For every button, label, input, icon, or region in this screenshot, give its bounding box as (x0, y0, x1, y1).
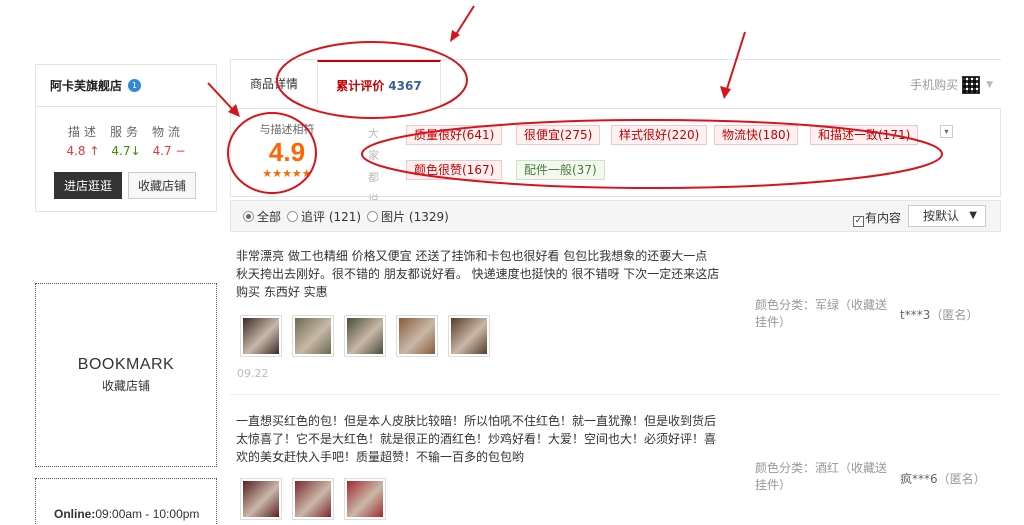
dsr-values: 4.8 ↑ 4.7↓ 4.7 − (36, 144, 216, 158)
online-label: Online: (54, 507, 96, 521)
review-thumbnail[interactable] (240, 315, 282, 357)
tab-reviews[interactable]: 累计评价 4367 (317, 60, 441, 111)
filter-followup[interactable]: 追评 (121) (287, 208, 361, 225)
annotation-arrowhead (450, 30, 460, 42)
rating-summary: 与描述相符 4.9 ★★★★★ 大 家 都 说 质量很好(641) 很便宜(27… (230, 109, 1001, 206)
review-sku: 颜色分类：军绿（收藏送挂件） (755, 298, 888, 329)
review-item: 非常漂亮 做工也精细 价格又便宜 还送了挂饰和卡包也很好看 包包比我想象的还要大… (230, 247, 1001, 395)
online-hours: Online:09:00am - 10:00pm (35, 478, 217, 525)
dsr-label-service: 服务 (109, 125, 142, 139)
top-strip (0, 0, 1024, 10)
review-thumbnails (240, 315, 490, 357)
star-rating-icon: ★★★★★ (262, 167, 312, 180)
review-thumbnail[interactable] (396, 315, 438, 357)
bookmark-box[interactable]: BOOKMARK 收藏店铺 (35, 283, 217, 467)
mobile-buy[interactable]: 手机购买 ▼ (910, 60, 993, 110)
tab-reviews-count: 4367 (388, 79, 422, 93)
bookmark-subtitle: 收藏店铺 (101, 379, 150, 393)
arrow-up-icon: ↑ (89, 144, 100, 158)
review-tag[interactable]: 配件一般(37) (516, 160, 605, 180)
review-tag[interactable]: 颜色很赞(167) (406, 160, 503, 180)
store-buttons: 进店逛逛 收藏店铺 (36, 172, 216, 199)
annotation-arrow (454, 5, 475, 37)
review-item: 一直想买红色的包！但是本人皮肤比较暗！所以怕吼不住红色！就一直犹豫！但是收到货后… (230, 412, 1001, 525)
tab-bar: 商品详情 累计评价 4367 手机购买 ▼ (230, 59, 1001, 111)
review-filter-bar: 全部 追评 (121) 图片 (1329) ✓ 有内容 按默认 ▼ (230, 200, 1001, 232)
filter-images[interactable]: 图片 (1329) (367, 208, 449, 225)
store-name[interactable]: 阿卡芙旗舰店 (50, 77, 122, 94)
sort-select[interactable]: 按默认 ▼ (908, 205, 986, 227)
dsr-value-service: 4.7↓ (111, 144, 141, 158)
score-value: 4.9 (268, 137, 306, 167)
review-thumbnail[interactable] (344, 315, 386, 357)
review-text: 非常漂亮 做工也精细 价格又便宜 还送了挂饰和卡包也很好看 包包比我想象的还要大… (236, 249, 720, 299)
review-thumbnail[interactable] (448, 315, 490, 357)
review-tag[interactable]: 质量很好(641) (406, 125, 503, 145)
dsr-value-logistics: 4.7 − (152, 144, 186, 158)
filter-all[interactable]: 全部 (243, 208, 281, 225)
store-header[interactable]: 阿卡芙旗舰店 1 (36, 65, 216, 107)
radio-icon (287, 210, 299, 222)
store-card: 阿卡芙旗舰店 1 描述 服务 物流 4.8 ↑ 4.7↓ 4.7 − 进店逛逛 … (35, 64, 217, 212)
qr-code-icon (962, 76, 981, 94)
review-tag[interactable]: 和描述一致(171) (810, 125, 919, 145)
enter-store-button[interactable]: 进店逛逛 (54, 172, 123, 199)
tag-side-label: 大 家 都 说 (368, 127, 379, 206)
review-text: 一直想买红色的包！但是本人皮肤比较暗！所以怕吼不住红色！就一直犹豫！但是收到货后… (236, 414, 717, 464)
bookmark-title: BOOKMARK (77, 356, 175, 373)
review-thumbnail[interactable] (240, 478, 282, 520)
tab-reviews-label: 累计评价 (336, 79, 385, 93)
review-thumbnails (240, 478, 386, 520)
review-tag[interactable]: 样式很好(220) (611, 125, 708, 145)
dsr-value-desc: 4.8 ↑ (66, 144, 100, 158)
arrow-down-icon: ↓ (130, 144, 141, 158)
review-tag[interactable]: 很便宜(275) (516, 125, 601, 145)
score-label: 与描述相符 (259, 123, 315, 136)
dsr-label-logistics: 物流 (152, 125, 185, 139)
review-thumbnail[interactable] (344, 478, 386, 520)
favorite-store-button[interactable]: 收藏店铺 (128, 172, 197, 199)
mobile-buy-label: 手机购买 (910, 78, 959, 92)
review-date: 09.22 (237, 367, 269, 380)
tab-product-detail[interactable]: 商品详情 (231, 60, 317, 110)
expand-tags-icon[interactable]: ▾ (940, 125, 953, 138)
caret-down-icon: ▼ (986, 80, 993, 90)
review-user: t***3（匿名） (900, 308, 979, 322)
online-time: 09:00am - 10:00pm (95, 507, 200, 521)
review-user: 疯***6（匿名） (900, 472, 986, 486)
score-area: 与描述相符 4.9 ★★★★★ (231, 109, 343, 197)
dsr-label-desc: 描述 (67, 125, 100, 139)
radio-icon (243, 210, 254, 222)
store-badge-icon: 1 (128, 79, 142, 92)
review-thumbnail[interactable] (292, 478, 334, 520)
review-tag[interactable]: 物流快(180) (714, 125, 799, 145)
dsr-labels: 描述 服务 物流 (36, 123, 216, 140)
chevron-down-icon: ▼ (969, 210, 977, 221)
dash-icon: − (175, 144, 186, 158)
checkmark-icon: ✓ (853, 216, 864, 227)
radio-icon (367, 210, 379, 222)
review-sku: 颜色分类：酒红（收藏送挂件） (755, 461, 888, 492)
review-thumbnail[interactable] (292, 315, 334, 357)
has-content-checkbox[interactable]: ✓ 有内容 (853, 209, 901, 227)
